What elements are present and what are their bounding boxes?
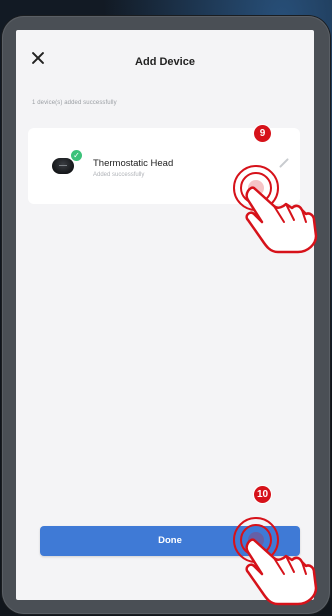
step-9-marker: 9 <box>254 125 271 142</box>
page: Add Device 1 device(s) added successfull… <box>0 0 332 616</box>
tap-hand-icon <box>233 517 318 606</box>
page-title: Add Device <box>135 56 195 68</box>
tap-hand-icon <box>233 165 318 254</box>
thermostatic-head-device-icon <box>52 158 74 174</box>
success-summary: 1 device(s) added successfully <box>32 100 117 106</box>
device-status: Added successfully <box>93 172 145 178</box>
device-display <box>59 165 67 166</box>
step-10-marker: 10 <box>254 486 271 503</box>
check-icon: ✓ <box>71 150 82 161</box>
device-name: Thermostatic Head <box>93 158 174 169</box>
navigation-bar: Add Device <box>16 30 314 90</box>
